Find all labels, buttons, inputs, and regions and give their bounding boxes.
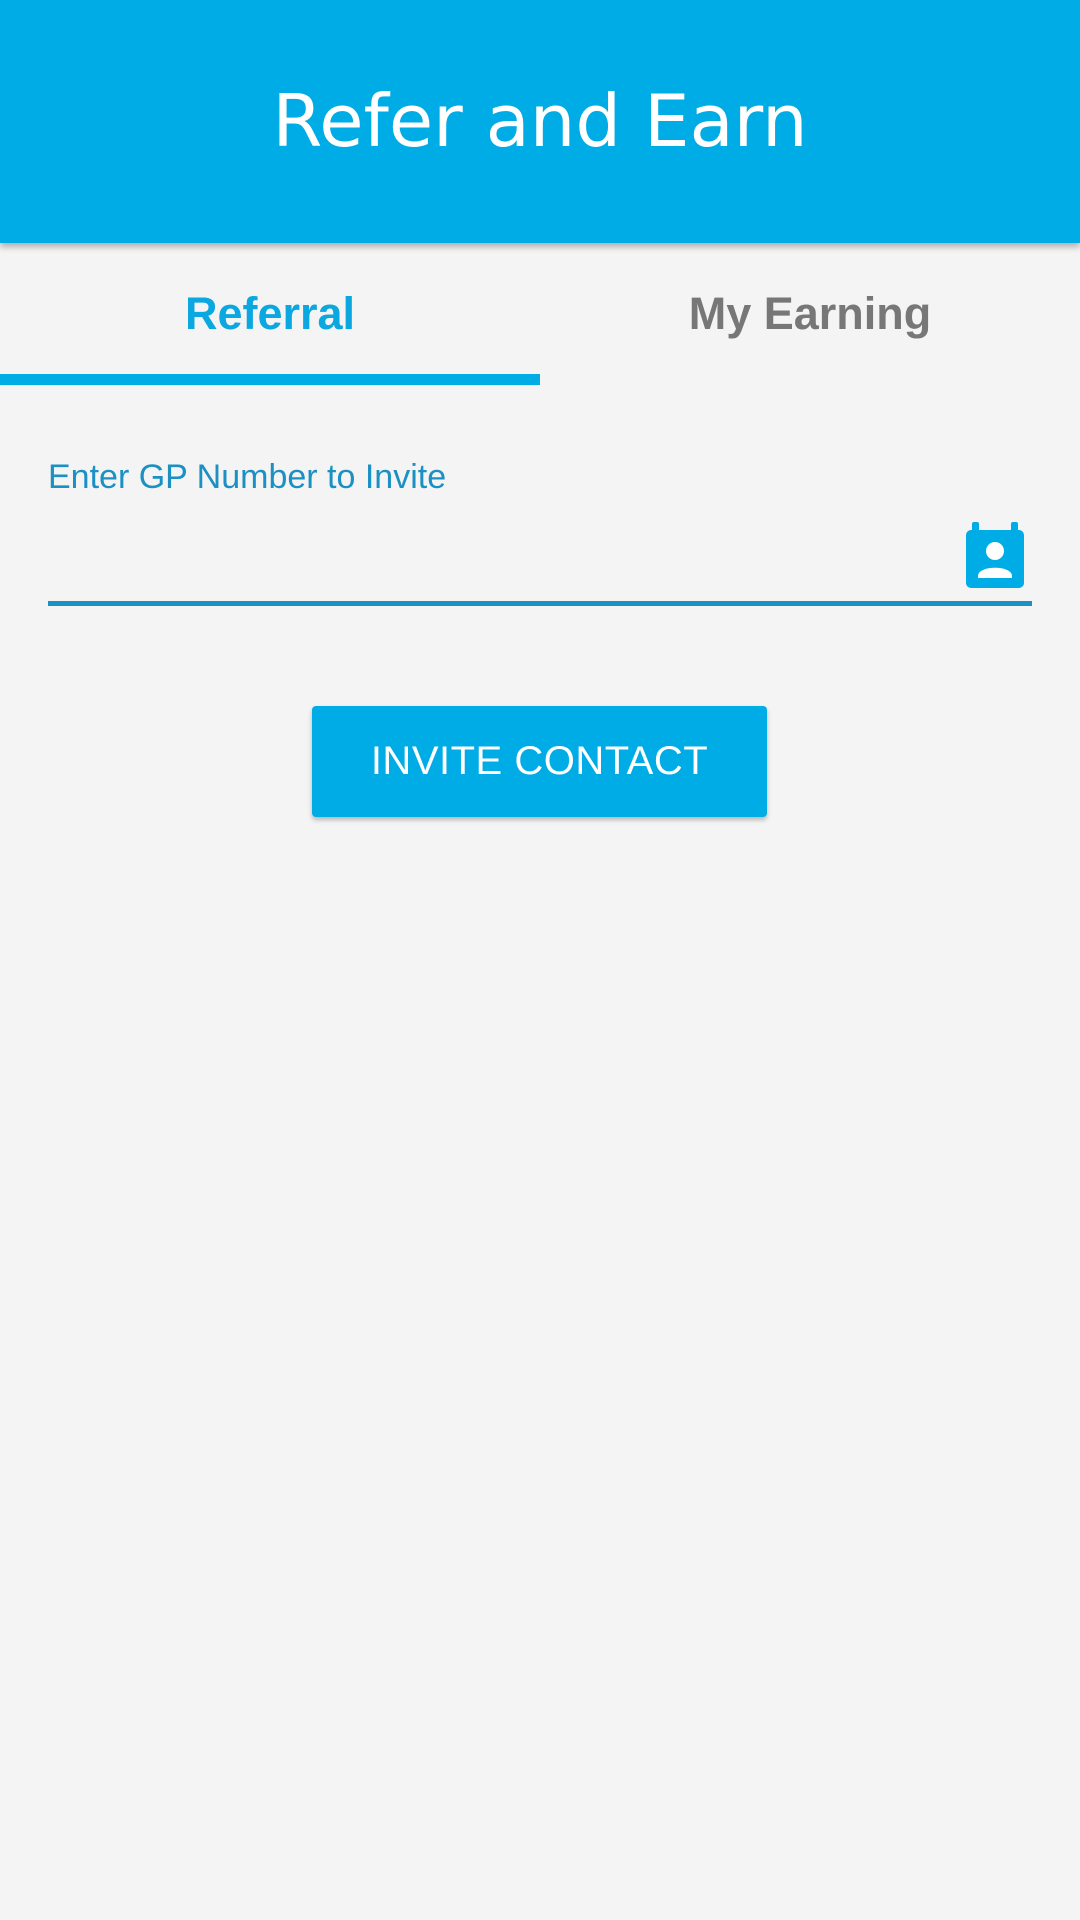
tab-my-earning[interactable]: My Earning <box>540 243 1080 388</box>
app-bar: Refer and Earn <box>0 0 1080 243</box>
app-title: Refer and Earn <box>272 79 808 163</box>
gp-number-field-underline <box>48 601 1032 606</box>
tab-my-earning-label: My Earning <box>688 288 932 339</box>
gp-number-input[interactable] <box>48 510 948 600</box>
tab-referral-label: Referral <box>184 288 356 339</box>
invite-contact-button[interactable]: INVITE CONTACT <box>312 706 767 817</box>
tab-bar: Referral My Earning <box>0 243 1080 388</box>
contact-book-icon[interactable] <box>962 522 1028 588</box>
tab-selected-indicator <box>0 374 540 385</box>
gp-number-field-label: Enter GP Number to Invite <box>48 458 447 496</box>
tab-referral[interactable]: Referral <box>0 243 540 388</box>
